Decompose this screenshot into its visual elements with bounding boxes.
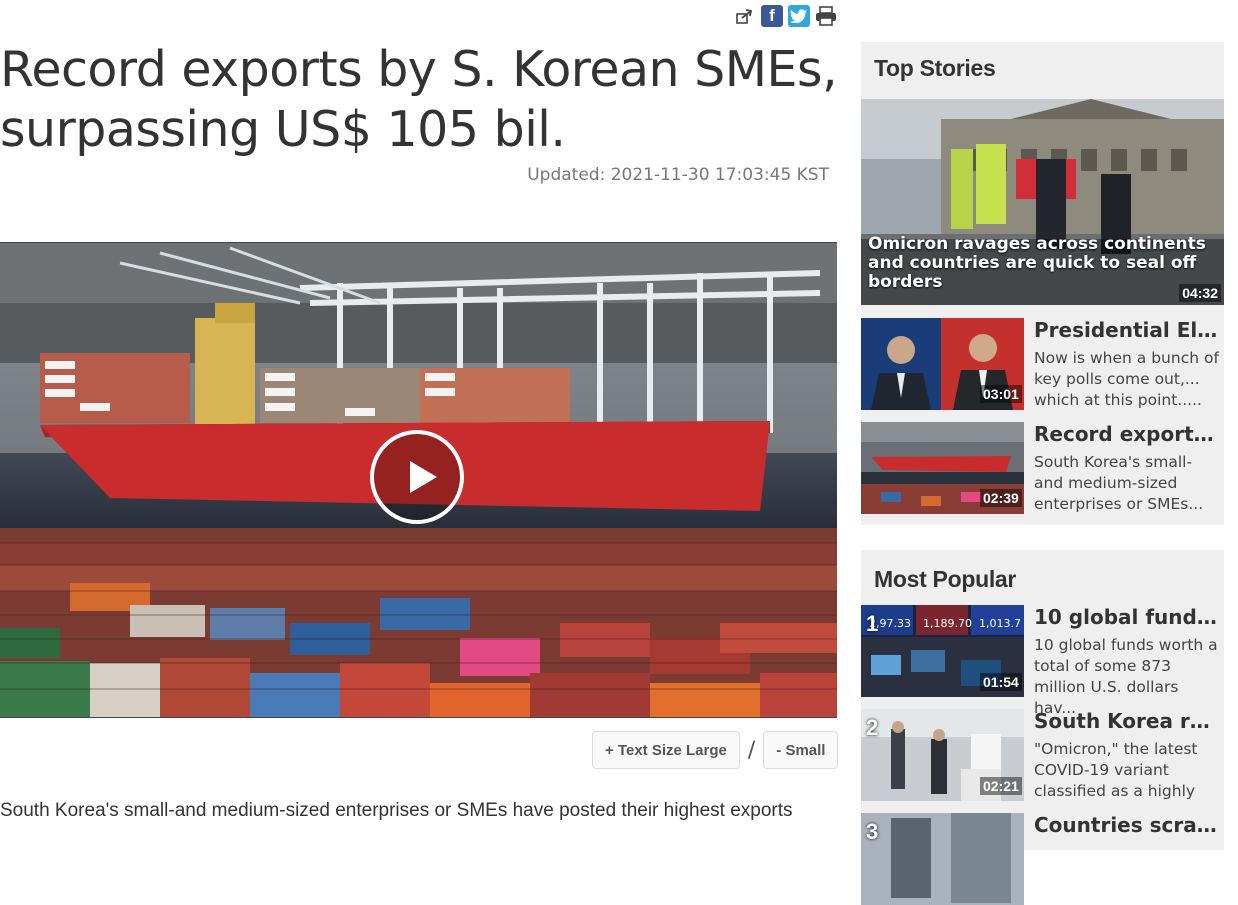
rank-number: 2	[866, 715, 879, 740]
rank-number: 3	[866, 819, 879, 844]
updated-timestamp: Updated: 2021-11-30 17:03:45 KST	[527, 165, 829, 185]
popular-description: 10 global funds worth a total of some 87…	[1034, 636, 1218, 717]
most-popular-panel: Most Popular 2,97.33 1,189.70 1,013.7 1 …	[861, 550, 1224, 905]
share-icon[interactable]	[734, 5, 756, 27]
popular-duration: 01:54	[980, 673, 1022, 691]
popular-item[interactable]: 3 Countries scram...	[861, 813, 1224, 905]
story-duration: 03:01	[980, 385, 1022, 403]
print-icon[interactable]	[815, 5, 837, 27]
hero-duration: 04:32	[1179, 284, 1221, 302]
popular-duration: 02:21	[980, 777, 1022, 795]
story-title[interactable]: Presidential Elec...	[1034, 318, 1220, 342]
share-bar: f	[734, 5, 837, 27]
rank-number: 1	[866, 611, 879, 636]
popular-title[interactable]: Countries scram...	[1034, 813, 1220, 837]
twitter-icon[interactable]	[788, 5, 810, 27]
most-popular-heading: Most Popular	[874, 566, 1017, 592]
hero-caption: Omicron ravages across continents and co…	[868, 234, 1206, 292]
article-body: South Korea's small-and medium-sized ent…	[0, 800, 793, 821]
text-size-small-button[interactable]: - Small	[763, 731, 839, 769]
popular-title[interactable]: South Korea rest...	[1034, 709, 1220, 733]
story-description: South Korea's small-and medium-sized ent…	[1034, 453, 1204, 513]
story-title[interactable]: Record exports b...	[1034, 422, 1220, 446]
facebook-icon[interactable]: f	[761, 5, 783, 27]
text-size-separator: /	[747, 737, 756, 763]
top-story-item[interactable]: 02:39 Record exports b... South Korea's …	[861, 422, 1224, 514]
play-button[interactable]	[370, 430, 464, 524]
article-title: Record exports by S. Korean SMEs, surpas…	[0, 41, 838, 158]
popular-thumbnail	[861, 813, 1024, 905]
top-story-hero[interactable]: Omicron ravages across continents and co…	[861, 99, 1224, 305]
svg-text:1,189.70: 1,189.70	[923, 617, 972, 630]
popular-title[interactable]: 10 global funds s...	[1034, 605, 1220, 629]
popular-item[interactable]: 2,97.33 1,189.70 1,013.7 1 01:54 10 glob…	[861, 605, 1224, 717]
story-description: Now is when a bunch of key polls come ou…	[1034, 349, 1219, 409]
popular-item[interactable]: 2 02:21 South Korea rest... "Omicron," t…	[861, 709, 1224, 801]
top-stories-panel: Top Stories Omicron ravages across conti…	[861, 42, 1224, 525]
popular-description: "Omicron," the latest COVID-19 variant c…	[1034, 740, 1198, 800]
top-story-item[interactable]: 03:01 Presidential Elec... Now is when a…	[861, 318, 1224, 410]
text-size-large-button[interactable]: + Text Size Large	[592, 731, 740, 769]
top-stories-heading: Top Stories	[874, 55, 996, 81]
svg-text:1,013.7: 1,013.7	[979, 617, 1021, 630]
story-duration: 02:39	[980, 489, 1022, 507]
text-size-controls: + Text Size Large / - Small	[592, 731, 839, 769]
